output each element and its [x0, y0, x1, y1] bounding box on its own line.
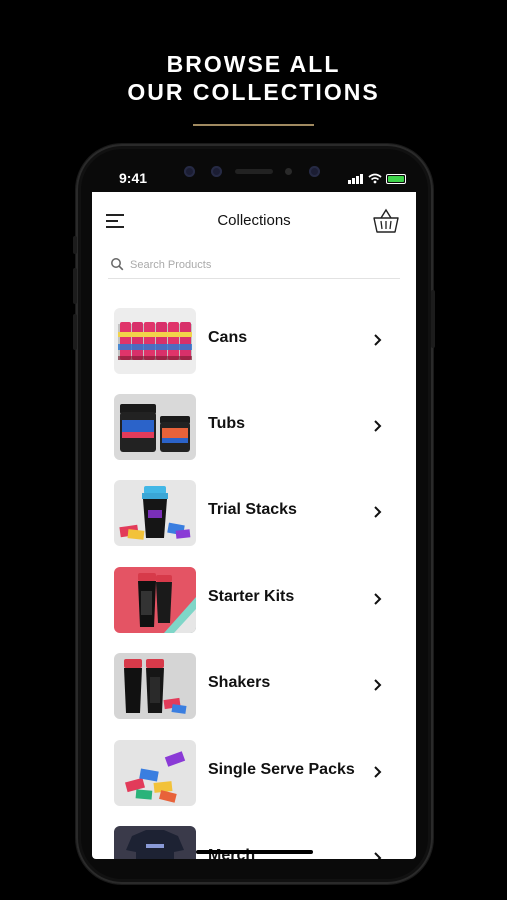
single-serve-packs-image — [114, 740, 196, 806]
page-title: Collections — [217, 212, 291, 229]
collection-item-shakers[interactable]: Shakers — [92, 651, 416, 721]
promo-line-1: BROWSE ALL — [166, 51, 341, 77]
front-camera-icon — [309, 166, 320, 177]
status-bar: 9:41 — [92, 164, 416, 192]
merch-image — [114, 826, 196, 859]
chevron-right-icon — [374, 852, 382, 859]
shakers-image — [114, 653, 196, 719]
promo-line-2: OUR COLLECTIONS — [127, 79, 380, 105]
search-bar — [108, 254, 400, 279]
status-icons — [348, 172, 406, 184]
collection-item-cans[interactable]: Cans — [92, 306, 416, 376]
proximity-sensor — [285, 168, 292, 175]
collection-item-trial-stacks[interactable]: Trial Stacks — [92, 478, 416, 548]
collection-item-single-serve-packs[interactable]: Single Serve Packs — [92, 738, 416, 808]
collection-label: Starter Kits — [208, 588, 295, 605]
promo-divider — [193, 124, 314, 126]
chevron-right-icon — [374, 766, 382, 778]
collection-label: Tubs — [208, 415, 246, 432]
basket-icon[interactable] — [372, 208, 400, 234]
collection-item-starter-kits[interactable]: Starter Kits — [92, 565, 416, 635]
battery-level — [388, 176, 404, 182]
chevron-right-icon — [374, 334, 382, 346]
chevron-right-icon — [374, 593, 382, 605]
search-icon — [111, 258, 124, 271]
collection-label: Trial Stacks — [208, 501, 297, 518]
front-sensor-icon — [184, 166, 195, 177]
phone-mute-switch — [73, 236, 77, 254]
earpiece-speaker — [235, 169, 273, 174]
collection-item-tubs[interactable]: Tubs — [92, 392, 416, 462]
chevron-right-icon — [374, 679, 382, 691]
collection-label: Shakers — [208, 674, 271, 691]
home-indicator[interactable] — [196, 850, 313, 854]
chevron-right-icon — [374, 420, 382, 432]
trial-stacks-image — [114, 480, 196, 546]
search-input[interactable] — [130, 257, 390, 273]
collection-label: Single Serve Packs — [208, 761, 355, 778]
collection-label: Cans — [208, 329, 248, 346]
cellular-signal-icon — [348, 166, 364, 184]
tubs-image — [114, 394, 196, 460]
status-time: 9:41 — [119, 170, 148, 186]
battery-icon — [386, 174, 406, 184]
wifi-icon — [368, 173, 382, 184]
front-sensor-icon — [211, 166, 222, 177]
chevron-right-icon — [374, 506, 382, 518]
phone-volume-up — [73, 268, 77, 304]
cans-image — [114, 308, 196, 374]
promo-headline: BROWSE ALL OUR COLLECTIONS — [0, 50, 507, 106]
phone-volume-down — [73, 314, 77, 350]
app-screen: Collections Search Products Cans Tubs Tr… — [92, 192, 416, 859]
starter-kits-image — [114, 567, 196, 633]
phone-power-button — [431, 290, 435, 348]
